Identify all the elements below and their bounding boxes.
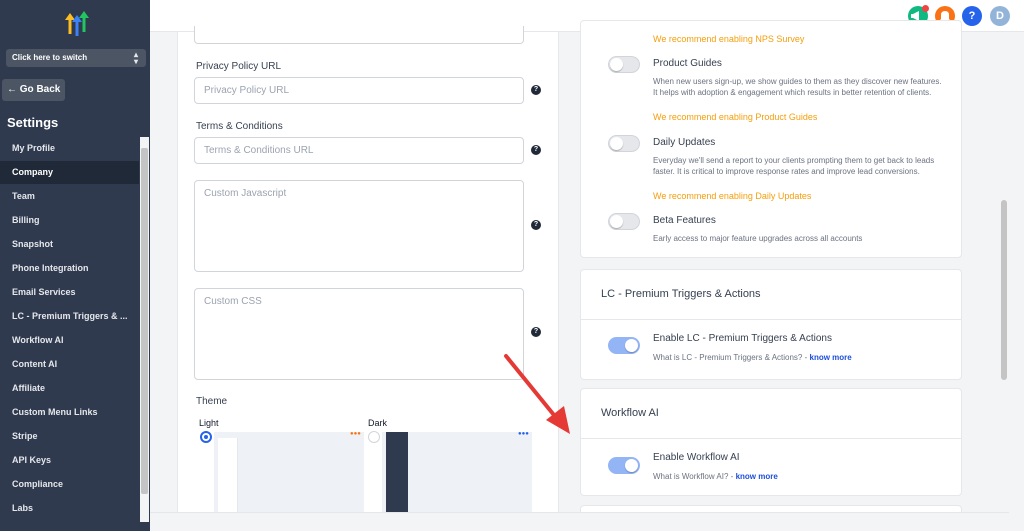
- avatar[interactable]: D: [990, 6, 1010, 26]
- theme-dark-label: Dark: [368, 418, 388, 428]
- go-back-button[interactable]: ← Go Back: [2, 79, 65, 101]
- sidebar-item-phone-integration[interactable]: Phone Integration: [0, 257, 139, 280]
- product-guides-title: Product Guides: [653, 58, 722, 69]
- sidebar-item-custom-menu-links[interactable]: Custom Menu Links: [0, 401, 139, 424]
- sidebar-item-my-profile[interactable]: My Profile: [0, 137, 139, 160]
- beta-features-desc: Early access to major feature upgrades a…: [653, 234, 863, 243]
- sidebar-item-lc-premium[interactable]: LC - Premium Triggers & ...: [0, 305, 139, 328]
- lc-premium-card-title: LC - Premium Triggers & Actions: [601, 288, 761, 300]
- switcher-label: Click here to switch: [12, 53, 88, 62]
- help-icon[interactable]: ?: [531, 327, 541, 337]
- lc-premium-toggle[interactable]: [608, 337, 640, 354]
- sidebar-item-company[interactable]: Company: [0, 161, 139, 184]
- company-form-panel: Privacy Policy URL Privacy Policy URL ? …: [177, 26, 559, 512]
- account-switcher[interactable]: Click here to switch ▴ ▾: [6, 49, 146, 67]
- annotation-arrow: [504, 354, 570, 434]
- light-preview-dots: ●●●: [350, 431, 361, 437]
- theme-light-label: Light: [199, 418, 219, 428]
- feature-settings-card: We recommend enabling NPS Survey Product…: [580, 20, 962, 258]
- custom-javascript-textarea[interactable]: Custom Javascript: [194, 180, 524, 272]
- settings-title: Settings: [7, 115, 59, 130]
- workflow-ai-desc-text: What is Workflow AI? -: [653, 472, 734, 481]
- custom-css-textarea[interactable]: Custom CSS: [194, 288, 524, 380]
- card-divider: [581, 438, 961, 439]
- sidebar-item-email-services[interactable]: Email Services: [0, 281, 139, 304]
- workflow-ai-card-title: Workflow AI: [601, 407, 659, 419]
- card-divider: [581, 319, 961, 320]
- previous-input-field[interactable]: [194, 26, 524, 44]
- main-scrollbar-thumb[interactable]: [1001, 200, 1007, 380]
- sidebar-item-api-keys[interactable]: API Keys: [0, 449, 139, 472]
- lc-premium-desc: What is LC - Premium Triggers & Actions?…: [653, 352, 943, 363]
- workflow-ai-desc: What is Workflow AI? - know more: [653, 471, 943, 482]
- help-icon[interactable]: ?: [531, 85, 541, 95]
- workflow-ai-card: Workflow AI Enable Workflow AI What is W…: [580, 388, 962, 496]
- lc-premium-toggle-label: Enable LC - Premium Triggers & Actions: [653, 333, 832, 344]
- help-icon[interactable]: ?: [531, 220, 541, 230]
- theme-light-radio[interactable]: [200, 431, 212, 443]
- sidebar-item-stripe[interactable]: Stripe: [0, 425, 139, 448]
- theme-light-preview[interactable]: [214, 432, 364, 512]
- daily-updates-toggle[interactable]: [608, 135, 640, 152]
- sidebar-item-billing[interactable]: Billing: [0, 209, 139, 232]
- lc-premium-card: LC - Premium Triggers & Actions Enable L…: [580, 269, 962, 380]
- help-icon[interactable]: ?: [531, 145, 541, 155]
- sidebar-item-labs[interactable]: Labs: [0, 497, 139, 520]
- notification-dot: [922, 5, 929, 12]
- sidebar-item-compliance[interactable]: Compliance: [0, 473, 139, 496]
- beta-features-title: Beta Features: [653, 215, 716, 226]
- sidebar-item-content-ai[interactable]: Content AI: [0, 353, 139, 376]
- terms-input[interactable]: Terms & Conditions URL: [194, 137, 524, 164]
- sidebar-scrollbar-thumb[interactable]: [141, 148, 148, 494]
- help-icon[interactable]: ?: [962, 6, 982, 26]
- workflow-ai-toggle-label: Enable Workflow AI: [653, 452, 740, 463]
- bottom-strip: [150, 512, 1009, 531]
- nps-recommend-text: We recommend enabling NPS Survey: [653, 34, 805, 44]
- product-guides-toggle[interactable]: [608, 56, 640, 73]
- theme-dark-preview[interactable]: [382, 432, 532, 512]
- sidebar: Click here to switch ▴ ▾ ← Go Back Settin…: [0, 0, 150, 531]
- daily-updates-recommend: We recommend enabling Daily Updates: [653, 191, 812, 201]
- chevron-up-down-icon: ▴ ▾: [133, 50, 138, 66]
- sidebar-item-workflow-ai[interactable]: Workflow AI: [0, 329, 139, 352]
- app-logo: [65, 11, 89, 36]
- theme-label: Theme: [196, 396, 228, 407]
- sidebar-item-affiliate[interactable]: Affiliate: [0, 377, 139, 400]
- lc-premium-know-more-link[interactable]: know more: [810, 353, 852, 362]
- sidebar-item-snapshot[interactable]: Snapshot: [0, 233, 139, 256]
- product-guides-desc: When new users sign-up, we show guides t…: [653, 77, 942, 97]
- privacy-policy-input[interactable]: Privacy Policy URL: [194, 77, 524, 104]
- sidebar-item-team[interactable]: Team: [0, 185, 139, 208]
- lc-premium-desc-text: What is LC - Premium Triggers & Actions?…: [653, 353, 808, 362]
- workflow-ai-know-more-link[interactable]: know more: [736, 472, 778, 481]
- workflow-ai-toggle[interactable]: [608, 457, 640, 474]
- daily-updates-desc: Everyday we'll send a report to your cli…: [653, 156, 935, 176]
- terms-label: Terms & Conditions: [196, 121, 283, 132]
- beta-features-toggle[interactable]: [608, 213, 640, 230]
- privacy-policy-label: Privacy Policy URL: [196, 61, 282, 72]
- theme-dark-radio[interactable]: [368, 431, 380, 443]
- daily-updates-title: Daily Updates: [653, 137, 716, 148]
- product-guides-recommend: We recommend enabling Product Guides: [653, 112, 818, 122]
